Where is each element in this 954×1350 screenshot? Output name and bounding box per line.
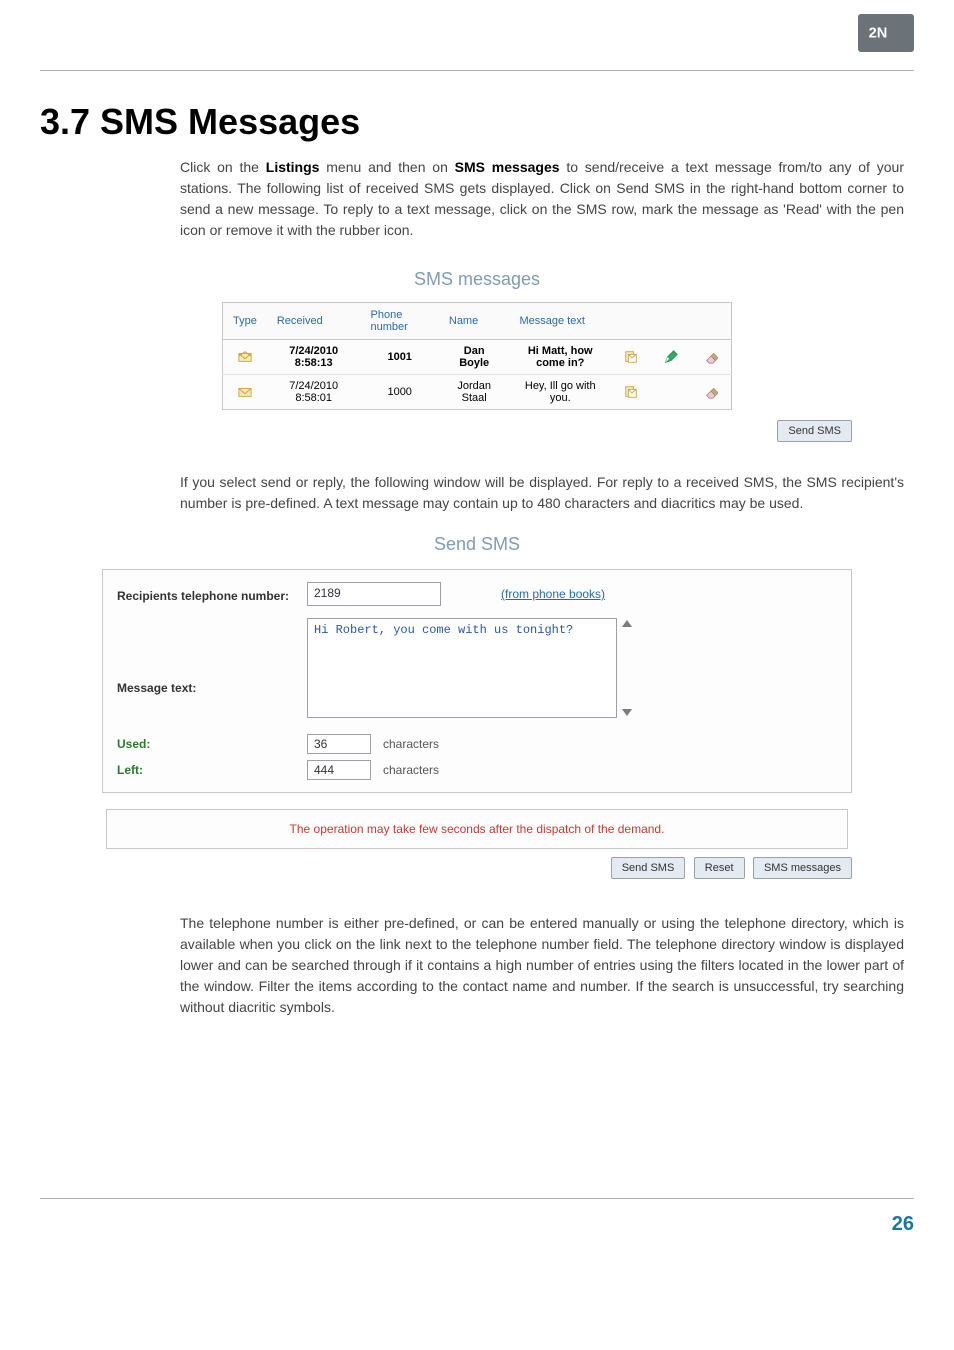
operation-warning-text: The operation may take few seconds after… bbox=[290, 822, 665, 836]
cell-received: 7/24/2010 8:58:13 bbox=[267, 340, 361, 375]
intro-paragraph: Click on the Listings menu and then on S… bbox=[180, 157, 904, 241]
send-sms-button[interactable]: Send SMS bbox=[777, 420, 852, 442]
cell-text: Hi Matt, how come in? bbox=[509, 340, 611, 375]
left-value: 444 bbox=[307, 760, 371, 780]
directory-paragraph: The telephone number is either pre-defin… bbox=[180, 913, 904, 1018]
scroll-up-icon[interactable] bbox=[622, 620, 632, 627]
section-heading: 3.7 SMS Messages bbox=[40, 101, 914, 143]
left-label: Left: bbox=[117, 763, 307, 777]
table-row[interactable]: 7/24/2010 8:58:011000Jordan StaalHey, Il… bbox=[223, 375, 732, 410]
reply-icon[interactable] bbox=[611, 340, 651, 375]
scroll-down-icon[interactable] bbox=[622, 709, 632, 716]
reply-icon[interactable] bbox=[611, 375, 651, 410]
used-unit: characters bbox=[383, 737, 439, 751]
recipients-label: Recipients telephone number: bbox=[117, 585, 307, 603]
cell-text: Hey, Ill go with you. bbox=[509, 375, 611, 410]
mark-read-icon[interactable] bbox=[651, 375, 691, 410]
cell-phone: 1000 bbox=[361, 375, 439, 410]
recipients-input[interactable]: 2189 bbox=[307, 582, 441, 606]
envelope-icon bbox=[223, 375, 267, 410]
envelope-icon bbox=[223, 340, 267, 375]
col-type[interactable]: Type bbox=[223, 303, 267, 340]
operation-warning-box: The operation may take few seconds after… bbox=[106, 809, 848, 849]
mark-read-icon[interactable] bbox=[651, 340, 691, 375]
brand-logo: 2N bbox=[858, 14, 914, 52]
cell-name: Jordan Staal bbox=[439, 375, 510, 410]
message-text-input[interactable]: Hi Robert, you come with us tonight? bbox=[307, 618, 617, 718]
used-value: 36 bbox=[307, 734, 371, 754]
reset-button[interactable]: Reset bbox=[694, 857, 745, 879]
left-unit: characters bbox=[383, 763, 439, 777]
col-message-text[interactable]: Message text bbox=[509, 303, 731, 340]
sms-messages-table: Type Received Phone number Name Message … bbox=[222, 302, 732, 410]
message-text-label: Message text: bbox=[117, 641, 307, 695]
svg-text:2N: 2N bbox=[869, 26, 888, 42]
textarea-scroll[interactable] bbox=[619, 618, 635, 718]
reply-paragraph: If you select send or reply, the followi… bbox=[180, 472, 904, 514]
delete-icon[interactable] bbox=[691, 375, 732, 410]
page-number: 26 bbox=[892, 1213, 914, 1235]
table-row[interactable]: 7/24/2010 8:58:131001Dan BoyleHi Matt, h… bbox=[223, 340, 732, 375]
delete-icon[interactable] bbox=[691, 340, 732, 375]
from-phone-books-link[interactable]: (from phone books) bbox=[501, 587, 605, 601]
cell-phone: 1001 bbox=[361, 340, 439, 375]
cell-received: 7/24/2010 8:58:01 bbox=[267, 375, 361, 410]
used-label: Used: bbox=[117, 737, 307, 751]
send-sms-form: Recipients telephone number: 2189 (from … bbox=[102, 569, 852, 793]
col-phone[interactable]: Phone number bbox=[361, 303, 439, 340]
col-received[interactable]: Received bbox=[267, 303, 361, 340]
send-sms-submit-button[interactable]: Send SMS bbox=[611, 857, 686, 879]
cell-name: Dan Boyle bbox=[439, 340, 510, 375]
sms-messages-button[interactable]: SMS messages bbox=[753, 857, 852, 879]
sms-messages-title: SMS messages bbox=[40, 269, 914, 290]
col-name[interactable]: Name bbox=[439, 303, 510, 340]
send-sms-title: Send SMS bbox=[40, 534, 914, 555]
